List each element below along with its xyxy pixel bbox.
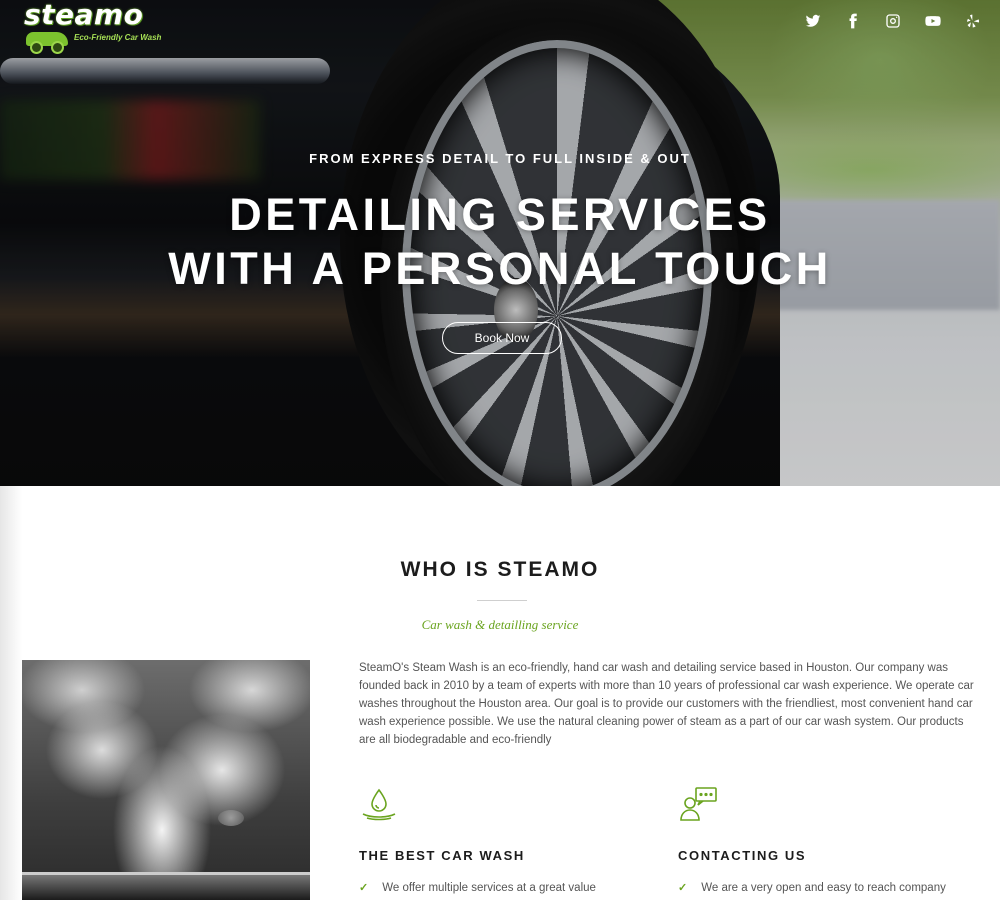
feature-contacting-us: CONTACTING US ✓ We are a very open and e… (678, 786, 958, 894)
check-icon: ✓ (359, 882, 369, 894)
hero-title: DETAILING SERVICES WITH A PERSONAL TOUCH (0, 188, 1000, 296)
steam-car-image (22, 660, 310, 900)
feature-title: THE BEST CAR WASH (359, 848, 525, 863)
feature-list-item: ✓ We offer multiple services at a great … (359, 881, 639, 895)
about-description: SteamO's Steam Wash is an eco-friendly, … (359, 662, 974, 746)
logo-link[interactable]: steamo Eco-Friendly Car Wash (22, 0, 172, 54)
feature-list-item: ✓ We are a very open and easy to reach c… (678, 881, 958, 895)
feature-item-text: We are a very open and easy to reach com… (701, 881, 946, 894)
social-links (804, 12, 982, 30)
feature-title: CONTACTING US (678, 848, 807, 863)
car-logo-icon (26, 32, 68, 54)
hero-title-line-1: DETAILING SERVICES (229, 189, 771, 240)
hero-subtitle: FROM EXPRESS DETAIL TO FULL INSIDE & OUT (309, 151, 691, 166)
instagram-icon[interactable] (884, 12, 902, 30)
car-emblem (218, 810, 244, 826)
about-section: WHO IS STEAMO Car wash & detailling serv… (0, 486, 1000, 900)
twitter-icon[interactable] (804, 12, 822, 30)
hero-section: steamo Eco-Friendly Car Wash FROM EXPRES… (0, 0, 1000, 486)
logo-tagline: Eco-Friendly Car Wash (74, 33, 162, 42)
youtube-icon[interactable] (924, 12, 942, 30)
car-grille (22, 872, 310, 900)
title-divider (477, 600, 527, 601)
book-now-button[interactable]: Book Now (442, 322, 562, 354)
chat-user-icon (678, 786, 718, 822)
check-icon: ✓ (678, 882, 688, 894)
about-title: WHO IS STEAMO (400, 558, 600, 581)
feature-item-text: We offer multiple services at a great va… (382, 881, 596, 894)
facebook-icon[interactable] (844, 12, 862, 30)
feature-best-car-wash: THE BEST CAR WASH ✓ We offer multiple se… (359, 786, 639, 894)
yelp-icon[interactable] (964, 12, 982, 30)
section-edge-shadow (0, 486, 22, 900)
logo-wordmark: steamo (24, 0, 144, 31)
hero-title-line-2: WITH A PERSONAL TOUCH (168, 243, 832, 294)
water-drop-icon (359, 786, 399, 822)
about-tagline: Car wash & detailling service (421, 617, 579, 632)
